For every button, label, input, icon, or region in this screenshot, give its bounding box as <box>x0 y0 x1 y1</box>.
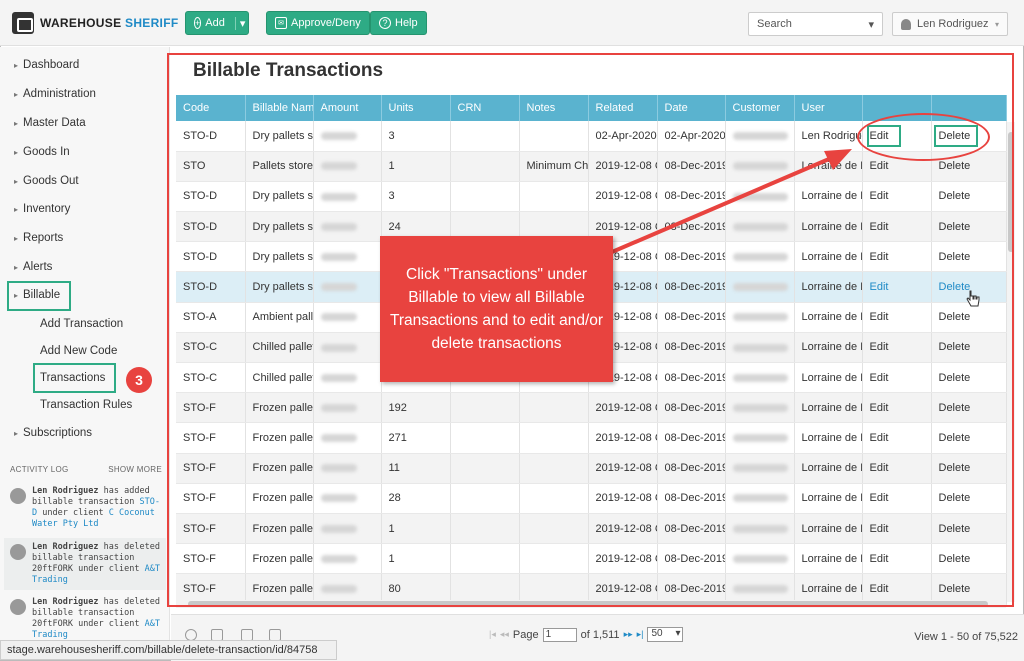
page-size-select[interactable]: 50 ▾ <box>647 627 684 642</box>
annotation-callout: Click "Transactions" under Billable to v… <box>380 236 613 382</box>
page-count: of 1,511 <box>580 628 620 641</box>
page-size-value: 50 <box>651 628 663 639</box>
prev-page-icon[interactable]: ◂◂ <box>500 629 509 640</box>
pager: |◂ ◂◂ Page 1 of 1,511 ▸▸ ▸| 50 ▾ <box>489 627 684 642</box>
next-page-icon[interactable]: ▸▸ <box>624 629 633 640</box>
first-page-icon[interactable]: |◂ <box>489 629 496 640</box>
page-input[interactable]: 1 <box>542 627 577 642</box>
arrow-line <box>611 154 837 254</box>
page-label: Page <box>512 628 539 641</box>
view-summary: View 1 - 50 of 75,522 <box>914 631 1018 643</box>
last-page-icon[interactable]: ▸| <box>637 629 644 640</box>
chevron-down-icon: ▾ <box>675 628 681 639</box>
status-bar-url: stage.warehousesheriff.com/billable/dele… <box>0 640 337 660</box>
arrow-head <box>824 149 852 170</box>
hand-cursor-icon <box>966 290 980 307</box>
